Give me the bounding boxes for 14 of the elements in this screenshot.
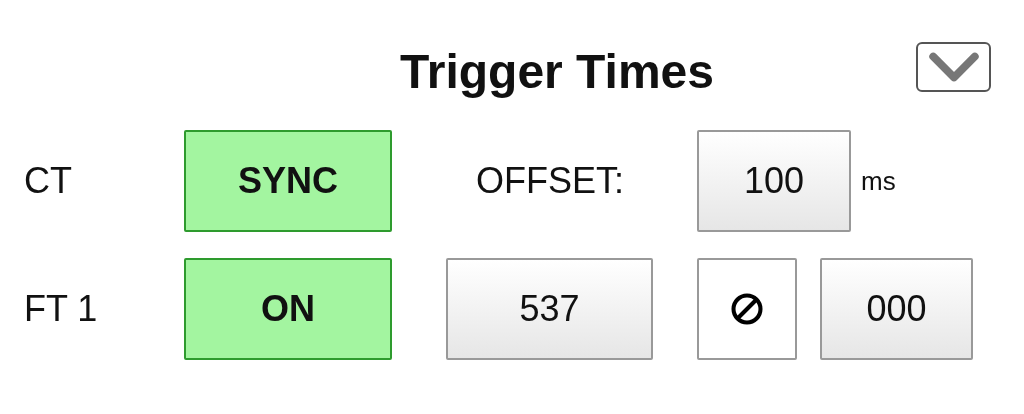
value-button[interactable]: 000 xyxy=(820,258,973,360)
toggle-button[interactable]: SYNC xyxy=(184,130,392,232)
unit-label: ms xyxy=(861,165,896,197)
prohibited-icon xyxy=(729,291,765,327)
offset-label: OFFSET: xyxy=(476,160,625,202)
row-label: CT xyxy=(24,160,73,202)
chevron-down-icon xyxy=(927,51,980,83)
disable-button[interactable] xyxy=(697,258,797,360)
offset-value-button[interactable]: 100 xyxy=(697,130,851,232)
dropdown-button[interactable] xyxy=(916,42,991,92)
value-button[interactable]: 537 xyxy=(446,258,653,360)
row-label: FT 1 xyxy=(24,288,99,330)
toggle-button[interactable]: ON xyxy=(184,258,392,360)
panel-title: Trigger Times xyxy=(400,43,714,99)
